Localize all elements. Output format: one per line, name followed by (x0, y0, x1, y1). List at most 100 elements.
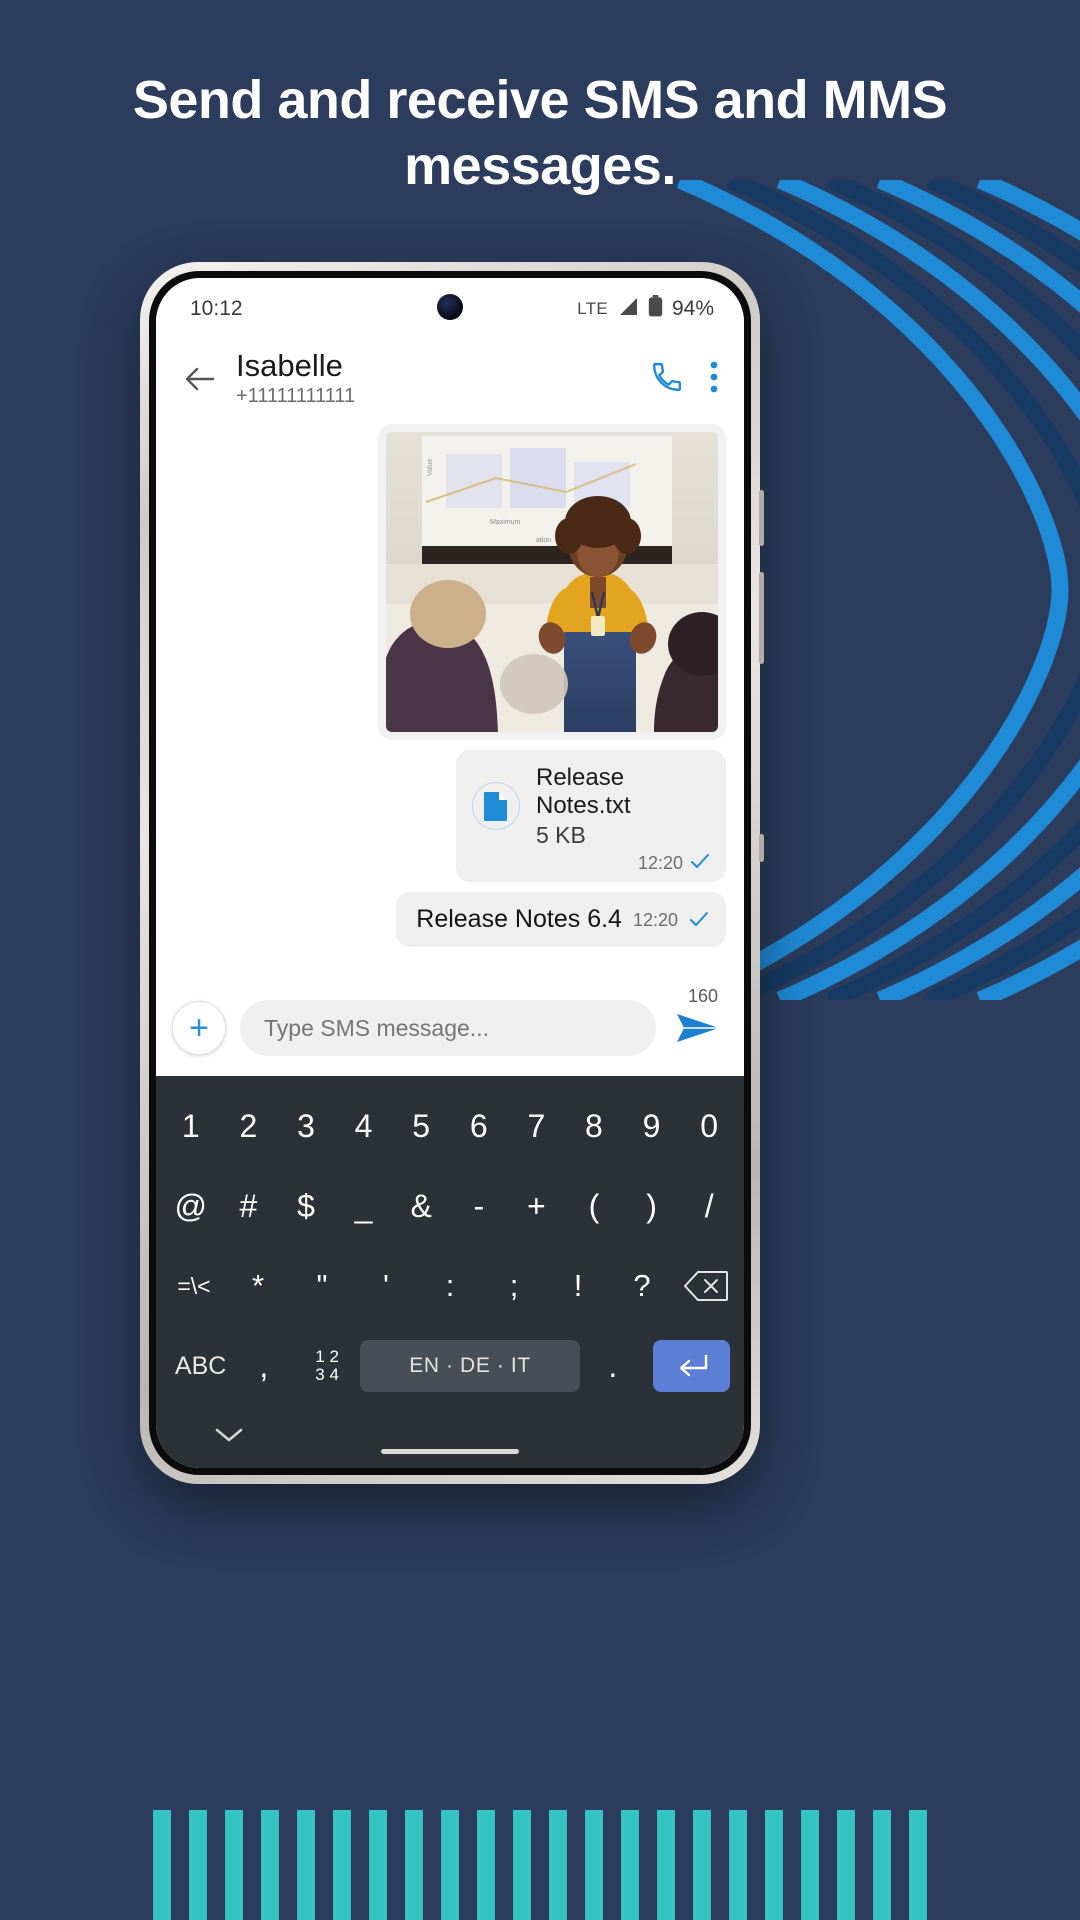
enter-return-icon[interactable] (653, 1340, 731, 1392)
send-paper-plane-icon[interactable] (670, 1010, 726, 1046)
key-5[interactable]: 5 (392, 1108, 450, 1145)
file-name: Release Notes.txt (536, 764, 631, 820)
chevron-down-icon[interactable] (214, 1426, 244, 1449)
key-slash[interactable]: / (680, 1188, 738, 1225)
plus-icon[interactable]: + (172, 1001, 226, 1055)
signal-bars-icon (617, 297, 639, 322)
key-ampersand[interactable]: & (392, 1188, 450, 1225)
stripe (225, 1810, 243, 1920)
file-size: 5 KB (536, 821, 586, 848)
keyboard-hide-row (162, 1406, 738, 1468)
stripe (585, 1810, 603, 1920)
key-3[interactable]: 3 (277, 1108, 335, 1145)
stripe (693, 1810, 711, 1920)
stripe (549, 1810, 567, 1920)
stripe (621, 1810, 639, 1920)
key-1[interactable]: 1 (162, 1108, 220, 1145)
key-hash[interactable]: # (220, 1188, 278, 1225)
key-numeric-bottom: 3 4 (315, 1365, 339, 1384)
key-colon[interactable]: : (418, 1268, 482, 1304)
file-meta: Release Notes.txt 5 KB (536, 764, 710, 849)
back-arrow-icon[interactable] (178, 366, 220, 392)
contact-name: Isabelle (236, 348, 343, 384)
stripe (873, 1810, 891, 1920)
background-stripes-decoration (0, 1810, 1080, 1920)
keyboard-row-symbols-1: @ # $ _ & - + ( ) / (162, 1166, 738, 1246)
key-numeric-top: 1 2 (315, 1347, 339, 1367)
key-2[interactable]: 2 (220, 1108, 278, 1145)
key-asterisk[interactable]: * (226, 1268, 290, 1304)
stripe (477, 1810, 495, 1920)
character-counter: 160 (687, 986, 718, 1006)
key-quote-single[interactable]: ' (354, 1268, 418, 1304)
key-underscore[interactable]: _ (335, 1188, 393, 1225)
home-indicator (381, 1449, 519, 1454)
backspace-icon[interactable] (674, 1270, 738, 1302)
message-time: 12:20 (637, 852, 683, 873)
key-question[interactable]: ? (610, 1268, 674, 1304)
mms-image-bubble[interactable]: Value Maximum Control ation (378, 424, 726, 740)
battery-percent-label: 94% (671, 297, 714, 320)
delivered-check-icon (690, 853, 710, 874)
network-type-label: LTE (577, 299, 608, 318)
phone-side-button (759, 834, 764, 862)
contact-number: +11111111111 (236, 384, 356, 407)
message-text: Release Notes 6.4 (416, 904, 622, 933)
svg-text:ation: ation (536, 537, 551, 544)
key-hyphen[interactable]: - (450, 1188, 508, 1225)
document-file-icon (472, 782, 520, 831)
phone-power-button (759, 572, 764, 664)
message-list: Value Maximum Control ation (156, 418, 744, 980)
contact-info[interactable]: Isabelle +11111111111 (220, 350, 650, 408)
key-comma[interactable]: , (233, 1348, 294, 1385)
stripe (729, 1810, 747, 1920)
file-attachment-bubble[interactable]: Release Notes.txt 5 KB 12:20 (456, 750, 726, 882)
header-action-icons (650, 360, 718, 399)
key-quote-double[interactable]: " (290, 1268, 354, 1304)
stripe (405, 1810, 423, 1920)
key-8[interactable]: 8 (565, 1108, 623, 1145)
phone-bezel: 10:12 LTE 94% Isabelle +11111111111 Valu… (149, 271, 751, 1475)
message-composer: 160 + (156, 980, 744, 1076)
key-exclamation[interactable]: ! (546, 1268, 610, 1304)
key-spacebar-language[interactable]: EN · DE · IT (359, 1340, 581, 1392)
key-9[interactable]: 9 (623, 1108, 681, 1145)
key-dollar[interactable]: $ (277, 1188, 335, 1225)
status-time: 10:12 (190, 297, 243, 320)
key-semicolon[interactable]: ; (482, 1268, 546, 1304)
stripe (333, 1810, 351, 1920)
key-period[interactable]: . (582, 1348, 643, 1385)
key-plus[interactable]: + (508, 1188, 566, 1225)
key-symbol-shift[interactable]: =\< (162, 1273, 226, 1300)
more-vertical-icon[interactable] (710, 361, 718, 398)
phone-volume-button (759, 490, 764, 546)
key-7[interactable]: 7 (508, 1108, 566, 1145)
search-input sms-message-input[interactable] (240, 1000, 656, 1056)
promo-headline: Send and receive SMS and MMS messages. (132, 70, 948, 196)
key-numeric-switch[interactable]: 1 2 3 4 (297, 1348, 358, 1384)
on-screen-keyboard: 1 2 3 4 5 6 7 8 9 0 @ # $ _ & - + () / … (156, 1076, 744, 1468)
text-message-bubble[interactable]: Release Notes 6.4 12:20 (396, 891, 726, 947)
conversation-header: Isabelle +11111111111 (156, 340, 744, 418)
key-at[interactable]: @ (162, 1188, 220, 1225)
stripe (189, 1810, 207, 1920)
stripe (369, 1810, 387, 1920)
keyboard-row-numbers: 1 2 3 4 5 6 7 8 9 0 (162, 1086, 738, 1166)
stripe (297, 1810, 315, 1920)
phone-mockup: 10:12 LTE 94% Isabelle +11111111111 Valu… (140, 262, 764, 1484)
stripe (261, 1810, 279, 1920)
key-abc-switch[interactable]: ABC (170, 1352, 231, 1381)
phone-call-icon[interactable] (650, 360, 684, 399)
svg-text:Maximum: Maximum (490, 519, 521, 526)
file-row: Release Notes.txt 5 KB (472, 764, 710, 849)
key-paren-open[interactable]: ( (565, 1188, 623, 1225)
key-paren-close[interactable]: ) (623, 1188, 681, 1225)
key-0[interactable]: 0 (680, 1108, 738, 1145)
message-time: 12:20 (632, 909, 678, 930)
key-6[interactable]: 6 (450, 1108, 508, 1145)
key-4[interactable]: 4 (335, 1108, 393, 1145)
phone-screen: 10:12 LTE 94% Isabelle +11111111111 Valu… (156, 278, 744, 1468)
stripe (657, 1810, 675, 1920)
stripe (441, 1810, 459, 1920)
mms-photo[interactable]: Value Maximum Control ation (386, 432, 718, 732)
